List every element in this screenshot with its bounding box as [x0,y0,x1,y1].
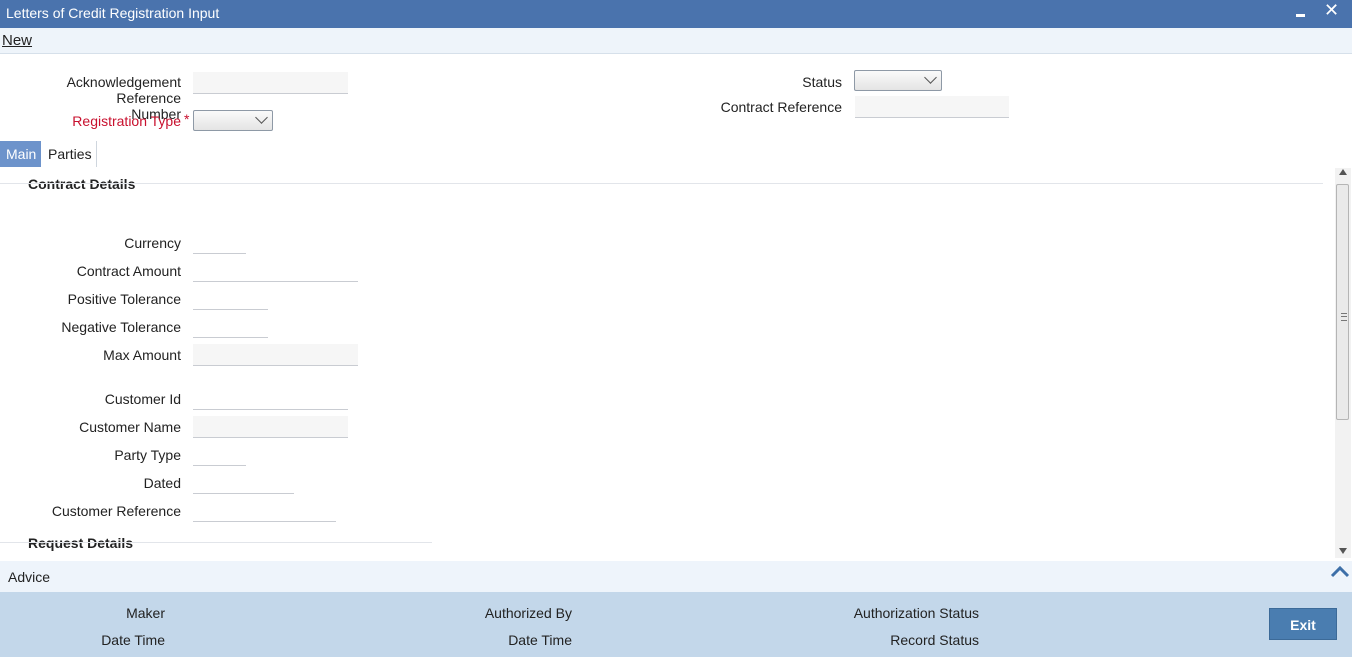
maker-date-time-label: Date Time [101,632,165,648]
authorization-status-label: Authorization Status [853,605,979,621]
registration-type-label: Registration Type [40,113,181,129]
contract-amount-label: Contract Amount [76,263,181,279]
audit-footer: Maker Date Time Authorized By Date Time … [0,592,1352,657]
ack-ref-input[interactable] [193,72,348,94]
positive-tolerance-label: Positive Tolerance [67,291,181,307]
positive-tolerance-input[interactable] [193,288,268,310]
required-mark: * [184,111,190,127]
customer-name-input[interactable] [193,416,348,438]
currency-input[interactable] [193,232,246,254]
tab-main[interactable]: Main [0,141,41,167]
request-details-divider [0,542,432,543]
party-type-input[interactable] [193,444,246,466]
dated-label: Dated [143,475,181,491]
customer-id-input[interactable] [193,388,348,410]
new-link[interactable]: New [2,32,32,49]
customer-id-label: Customer Id [104,391,181,407]
minimize-icon[interactable] [1294,4,1308,22]
menu-bar: New [0,28,1352,54]
chevron-down-icon [255,111,268,124]
max-amount-label: Max Amount [103,347,181,363]
negative-tolerance-input[interactable] [193,316,268,338]
advice-bar: Advice [0,561,1352,592]
chevron-up-icon[interactable] [1330,564,1350,578]
max-amount-input[interactable] [193,344,358,366]
customer-reference-label: Customer Reference [51,503,181,519]
authorized-by-label: Authorized By [484,605,572,621]
dated-input[interactable] [193,472,294,494]
auth-date-time-label: Date Time [508,632,572,648]
window-title: Letters of Credit Registration Input [6,5,220,21]
status-select[interactable] [854,70,942,91]
currency-label: Currency [124,235,181,251]
party-type-label: Party Type [114,447,181,463]
window-title-bar: Letters of Credit Registration Input ✕ [0,0,1352,28]
status-label: Status [802,74,842,90]
ack-ref-label-line1: Acknowledgement Reference [66,74,181,106]
contract-details-divider [0,183,1323,184]
customer-name-label: Customer Name [79,419,181,435]
close-icon[interactable]: ✕ [1324,0,1339,20]
scrollbar-thumb[interactable] [1336,184,1349,420]
chevron-down-icon [924,71,937,84]
exit-button[interactable]: Exit [1269,608,1337,640]
request-details-title: Request Details [28,535,134,551]
scroll-up-icon[interactable] [1339,169,1347,175]
record-status-label: Record Status [890,632,979,648]
registration-type-label-text: Registration Type [72,113,181,129]
maker-label: Maker [126,605,165,621]
grip-icon [1341,313,1347,321]
customer-reference-input[interactable] [193,500,336,522]
negative-tolerance-label: Negative Tolerance [61,319,181,335]
scroll-down-icon[interactable] [1339,548,1347,554]
contract-amount-input[interactable] [193,260,358,282]
contract-details-title: Contract Details [28,176,136,192]
registration-type-select[interactable] [193,110,273,131]
advice-link[interactable]: Advice [8,569,50,585]
contract-reference-label: Contract Reference [720,99,842,115]
vertical-scrollbar[interactable] [1335,168,1351,558]
tab-parties[interactable]: Parties [42,141,97,167]
contract-reference-input[interactable] [855,96,1009,118]
